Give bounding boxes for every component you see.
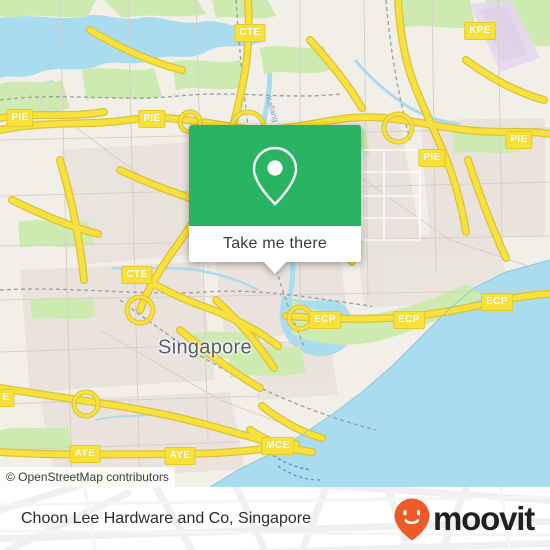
map-screenshot: CTE KPE PIE PIE PIE PIE CTE ECP ECP ECP E AYE AYE MCE…: [0, 0, 550, 550]
map-pin-icon: [252, 146, 298, 205]
highway-shield-cte: CTE: [234, 24, 266, 42]
highway-shield-cte: CTE: [121, 266, 153, 284]
osm-attribution[interactable]: © OpenStreetMap contributors: [0, 467, 175, 487]
place-title: Choon Lee Hardware and Co, Singapore: [21, 509, 311, 527]
moovit-pin-smiley-icon: [394, 498, 430, 540]
location-popup-card[interactable]: Take me there: [189, 125, 361, 274]
take-me-there-button[interactable]: Take me there: [189, 226, 361, 274]
highway-shield-e: E: [0, 389, 15, 407]
map-canvas[interactable]: CTE KPE PIE PIE PIE PIE CTE ECP ECP ECP E AYE AYE MCE…: [0, 0, 550, 487]
take-me-there-label: Take me there: [223, 235, 327, 252]
highway-shield-ecp: ECP: [481, 293, 513, 311]
highway-shield-pie: PIE: [505, 131, 533, 149]
highway-shield-pie: PIE: [6, 109, 34, 127]
highway-shield-kpe: KPE: [464, 22, 496, 40]
highway-shield-aye: AYE: [69, 445, 101, 463]
city-label-singapore: Singapore: [158, 336, 252, 359]
moovit-wordmark: moovit: [433, 500, 535, 537]
moovit-logo[interactable]: moovit: [393, 497, 535, 541]
highway-shield-aye: AYE: [164, 447, 196, 465]
highway-shield-pie: PIE: [138, 110, 166, 128]
highway-shield-ecp: ECP: [309, 311, 341, 329]
popup-pointer-tip: [263, 261, 287, 274]
highway-shield-mce: MCE: [261, 437, 295, 455]
highway-shield-pie: PIE: [418, 149, 446, 167]
footer-bar: Choon Lee Hardware and Co, Singapore moo…: [0, 487, 550, 550]
popup-header: [189, 125, 361, 226]
highway-shield-ecp: ECP: [393, 311, 425, 329]
